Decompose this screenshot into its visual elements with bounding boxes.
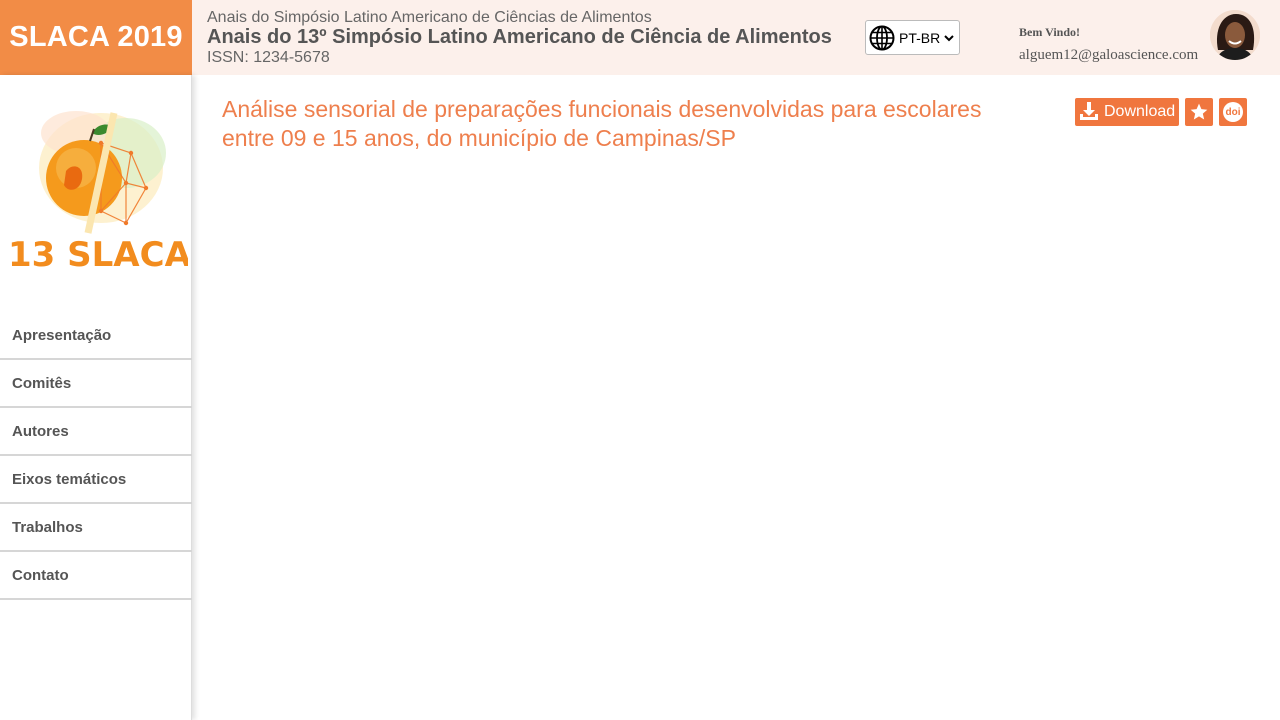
sidebar-item-contato[interactable]: Contato <box>0 552 192 600</box>
sidebar-item-eixos-tematicos[interactable]: Eixos temáticos <box>0 456 192 504</box>
header: Anais do Simpósio Latino Americano de Ci… <box>192 0 1280 75</box>
sidebar-item-comites[interactable]: Comitês <box>0 360 192 408</box>
sidebar-nav: Apresentação Comitês Autores Eixos temát… <box>0 312 192 600</box>
article-actions: Download doi <box>1075 98 1247 126</box>
sidebar-item-trabalhos[interactable]: Trabalhos <box>0 504 192 552</box>
avatar[interactable] <box>1210 10 1260 60</box>
welcome-text: Bem Vindo! <box>1019 25 1081 39</box>
download-icon <box>1079 101 1099 121</box>
publication-subtitle: Anais do Simpósio Latino Americano de Ci… <box>207 9 652 26</box>
sidebar-item-apresentacao[interactable]: Apresentação <box>0 312 192 360</box>
brand-title: SLACA 2019 <box>9 21 183 53</box>
chevron-down-icon <box>944 34 954 42</box>
favorite-button[interactable] <box>1185 98 1213 126</box>
main-content: Análise sensorial de preparações funcion… <box>222 95 982 153</box>
article-title: Análise sensorial de preparações funcion… <box>222 96 982 151</box>
sidebar: 13 SLACA Apresentação Comitês Autores Ei… <box>0 75 192 720</box>
doi-icon: doi <box>1223 102 1243 122</box>
language-code: PT-BR <box>899 29 941 46</box>
event-logo[interactable]: 13 SLACA <box>6 93 192 275</box>
sidebar-item-autores[interactable]: Autores <box>0 408 192 456</box>
user-email: alguem12@galoascience.com <box>1019 47 1199 63</box>
publication-title: Anais do 13º Simpósio Latino Americano d… <box>207 26 832 48</box>
site-brand[interactable]: SLACA 2019 <box>0 0 192 75</box>
publication-issn: ISSN: 1234-5678 <box>207 49 330 66</box>
download-button[interactable]: Download <box>1075 98 1179 126</box>
globe-icon <box>869 25 895 51</box>
logo-text: 13 SLACA <box>8 235 188 273</box>
language-select[interactable]: PT-BR <box>865 20 960 55</box>
download-label: Download <box>1104 103 1176 120</box>
doi-label: doi <box>1225 106 1241 118</box>
star-icon <box>1189 102 1209 122</box>
doi-button[interactable]: doi <box>1219 98 1247 126</box>
